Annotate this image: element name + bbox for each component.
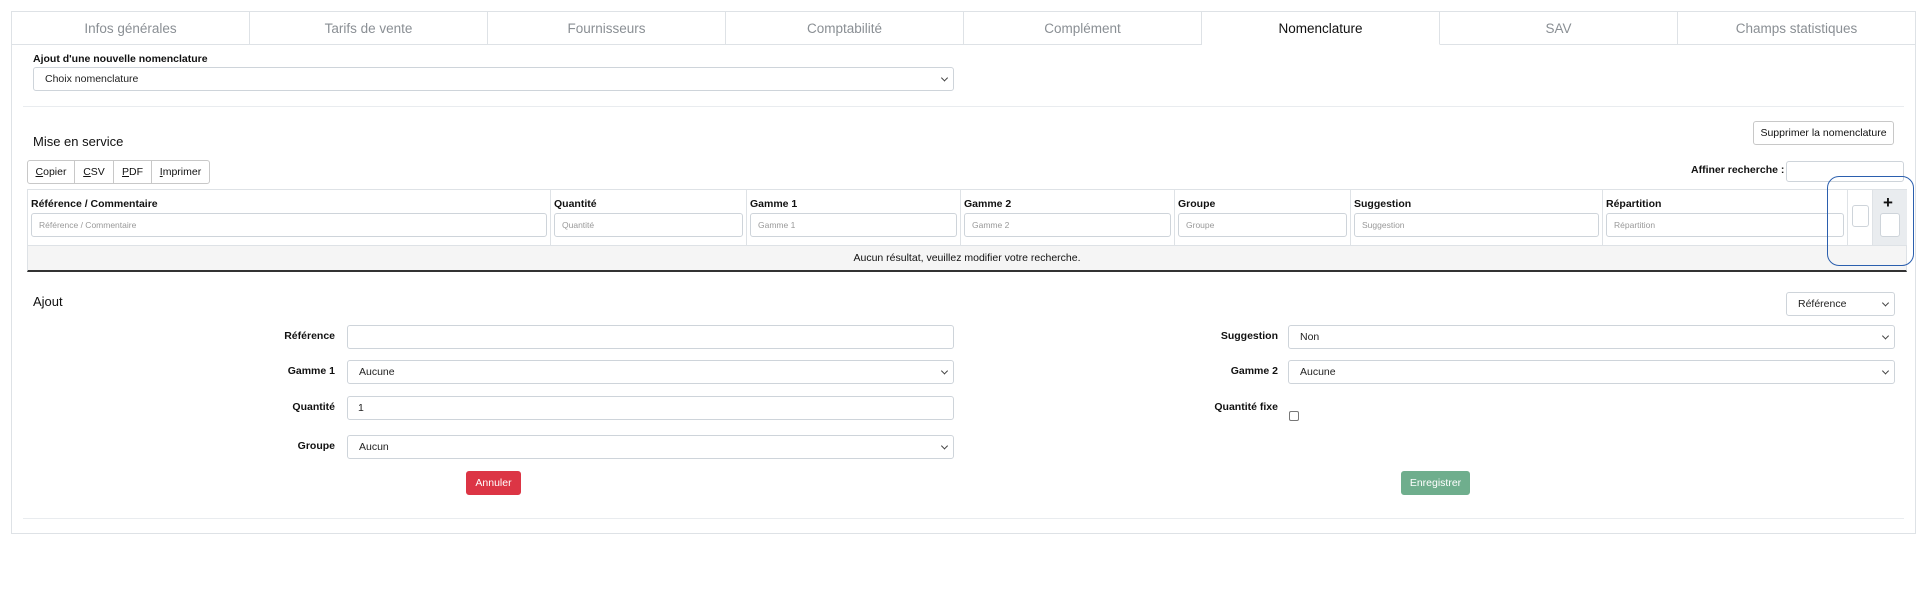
ajout-type-select[interactable]: Référence xyxy=(1786,292,1895,316)
empty-table-message: Aucun résultat, veuillez modifier votre … xyxy=(27,245,1907,272)
column-title: Suggestion xyxy=(1354,198,1412,210)
chevron-down-icon xyxy=(1881,367,1890,375)
delete-nomenclature-button[interactable]: Supprimer la nomenclature xyxy=(1753,121,1894,145)
tab-sav[interactable]: SAV xyxy=(1440,12,1678,44)
filter-label: Affiner recherche : xyxy=(1691,164,1785,176)
add-nomenclature-label: Ajout d'une nouvelle nomenclature xyxy=(33,53,208,65)
nomenclature-select-value: Choix nomenclature xyxy=(45,73,139,85)
column-gamme2: Gamme 2 Gamme 2 xyxy=(961,190,1175,245)
highlight-outline xyxy=(1827,176,1914,266)
chevron-down-icon xyxy=(1881,299,1890,307)
divider xyxy=(23,106,1904,107)
groupe-label: Groupe xyxy=(297,440,335,452)
column-groupe: Groupe Groupe xyxy=(1175,190,1351,245)
quantite-label: Quantité xyxy=(292,401,335,413)
service-title: Mise en service xyxy=(33,134,124,149)
tab-bar: Infos générales Tarifs de vente Fourniss… xyxy=(12,12,1915,45)
column-quantite: Quantité Quantité xyxy=(551,190,747,245)
quantite-fixe-checkbox[interactable] xyxy=(1289,411,1299,421)
quantite-input[interactable]: 1 xyxy=(347,396,954,420)
ajout-title: Ajout xyxy=(33,294,63,309)
column-repartition: Répartition Répartition xyxy=(1603,190,1848,245)
reference-label: Référence xyxy=(284,330,335,342)
column-title: Référence / Commentaire xyxy=(31,198,158,210)
column-filter-gamme1[interactable]: Gamme 1 xyxy=(750,213,957,237)
tab-complement[interactable]: Complément xyxy=(964,12,1202,44)
groupe-value: Aucun xyxy=(359,441,389,453)
quantite-fixe-label: Quantité fixe xyxy=(1214,401,1278,413)
save-button[interactable]: Enregistrer xyxy=(1401,471,1470,495)
product-panel: Infos générales Tarifs de vente Fourniss… xyxy=(11,11,1916,534)
column-filter-gamme2[interactable]: Gamme 2 xyxy=(964,213,1171,237)
column-filter-groupe[interactable]: Groupe xyxy=(1178,213,1347,237)
nomenclature-select[interactable]: Choix nomenclature xyxy=(33,67,954,91)
column-title: Quantité xyxy=(554,198,597,210)
divider xyxy=(23,518,1904,519)
csv-button[interactable]: C SV xyxy=(74,160,114,184)
tab-infos-generales[interactable]: Infos générales xyxy=(12,12,250,44)
column-filter-quantite[interactable]: Quantité xyxy=(554,213,743,237)
groupe-select[interactable]: Aucun xyxy=(347,435,954,459)
column-filter-suggestion[interactable]: Suggestion xyxy=(1354,213,1599,237)
column-gamme1: Gamme 1 Gamme 1 xyxy=(747,190,961,245)
column-title: Répartition xyxy=(1606,198,1662,210)
chevron-down-icon xyxy=(940,367,949,375)
chevron-down-icon xyxy=(1881,332,1890,340)
tab-tarifs-de-vente[interactable]: Tarifs de vente xyxy=(250,12,488,44)
cancel-button[interactable]: Annuler xyxy=(466,471,521,495)
gamme2-label: Gamme 2 xyxy=(1230,365,1278,377)
suggestion-select[interactable]: Non xyxy=(1288,325,1895,349)
column-filter-repartition[interactable]: Répartition xyxy=(1606,213,1844,237)
chevron-down-icon xyxy=(940,74,949,82)
reference-input[interactable] xyxy=(347,325,954,349)
gamme1-label: Gamme 1 xyxy=(287,365,335,377)
gamme1-select[interactable]: Aucune xyxy=(347,360,954,384)
column-filter-reference[interactable]: Référence / Commentaire xyxy=(31,213,547,237)
column-suggestion: Suggestion Suggestion xyxy=(1351,190,1603,245)
column-title: Groupe xyxy=(1178,198,1216,210)
column-reference: Référence / Commentaire Référence / Comm… xyxy=(28,190,551,245)
column-title: Gamme 1 xyxy=(750,198,798,210)
suggestion-value: Non xyxy=(1300,331,1320,343)
tab-fournisseurs[interactable]: Fournisseurs xyxy=(488,12,726,44)
tab-champs-statistiques[interactable]: Champs statistiques xyxy=(1678,12,1915,44)
table-header: Référence / Commentaire Référence / Comm… xyxy=(27,189,1907,245)
gamme2-value: Aucune xyxy=(1300,366,1336,378)
tab-comptabilite[interactable]: Comptabilité xyxy=(726,12,964,44)
tab-nomenclature[interactable]: Nomenclature xyxy=(1202,12,1440,45)
column-title: Gamme 2 xyxy=(964,198,1012,210)
copy-button[interactable]: Copier xyxy=(27,160,75,184)
gamme1-value: Aucune xyxy=(359,366,395,378)
ajout-type-value: Référence xyxy=(1798,298,1847,310)
suggestion-label: Suggestion xyxy=(1220,330,1278,342)
print-button[interactable]: Imprimer xyxy=(151,160,210,184)
pdf-button[interactable]: P DF xyxy=(113,160,152,184)
gamme2-select[interactable]: Aucune xyxy=(1288,360,1895,384)
chevron-down-icon xyxy=(940,442,949,450)
